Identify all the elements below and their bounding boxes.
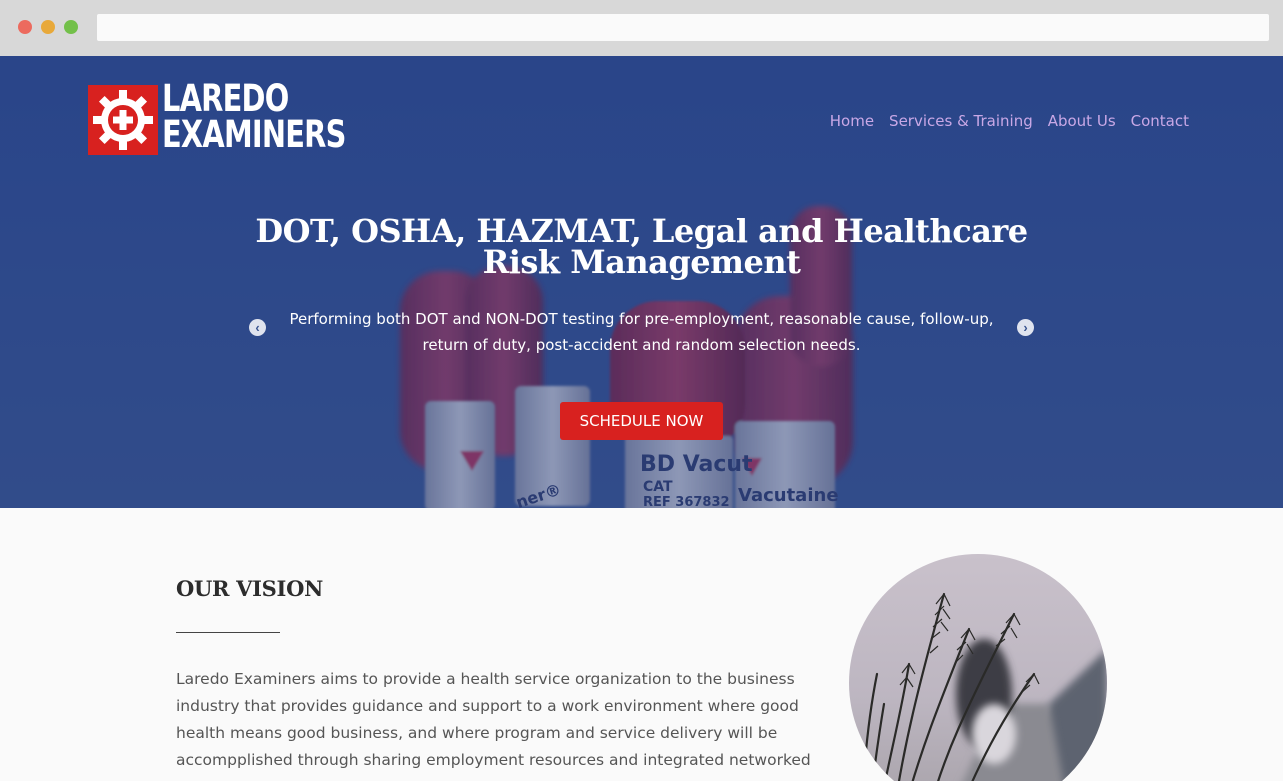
main-nav: Home Services & Training About Us Contac… [830,112,1189,130]
site-logo[interactable]: LAREDO EXAMINERS [88,80,346,157]
chevron-left-icon[interactable]: ‹ [249,319,266,336]
nav-home[interactable]: Home [830,112,874,130]
schedule-now-button[interactable]: SCHEDULE NOW [560,402,723,440]
chevron-right-icon[interactable]: › [1017,319,1034,336]
vision-text: Laredo Examiners aims to provide a healt… [176,670,811,781]
title-divider [176,632,280,633]
vision-title: OUR VISION [176,576,323,601]
logo-wordmark: LAREDO EXAMINERS [162,77,346,156]
window-maximize-button[interactable] [64,20,78,34]
browser-chrome [0,0,1283,56]
window-close-button[interactable] [18,20,32,34]
nav-about-us[interactable]: About Us [1048,112,1116,130]
nav-contact[interactable]: Contact [1131,112,1189,130]
window-minimize-button[interactable] [41,20,55,34]
nav-services-training[interactable]: Services & Training [889,112,1033,130]
hero-title: DOT, OSHA, HAZMAT, Legal and Healthcare … [200,215,1083,281]
vision-photo [849,554,1107,781]
hero-section: BD Vacut CAT REF 367832 Vacutaine ner® L… [0,56,1283,508]
hero-subtitle: Performing both DOT and NON-DOT testing … [289,310,994,354]
hero-title-line2: Risk Management [482,243,801,281]
address-bar[interactable] [97,14,1269,41]
gear-medical-cross-icon [88,85,158,155]
vision-section: OUR VISION Laredo Examiners aims to prov… [0,508,1283,781]
logo-line2: EXAMINERS [162,113,346,156]
logo-line1: LAREDO [162,77,289,120]
